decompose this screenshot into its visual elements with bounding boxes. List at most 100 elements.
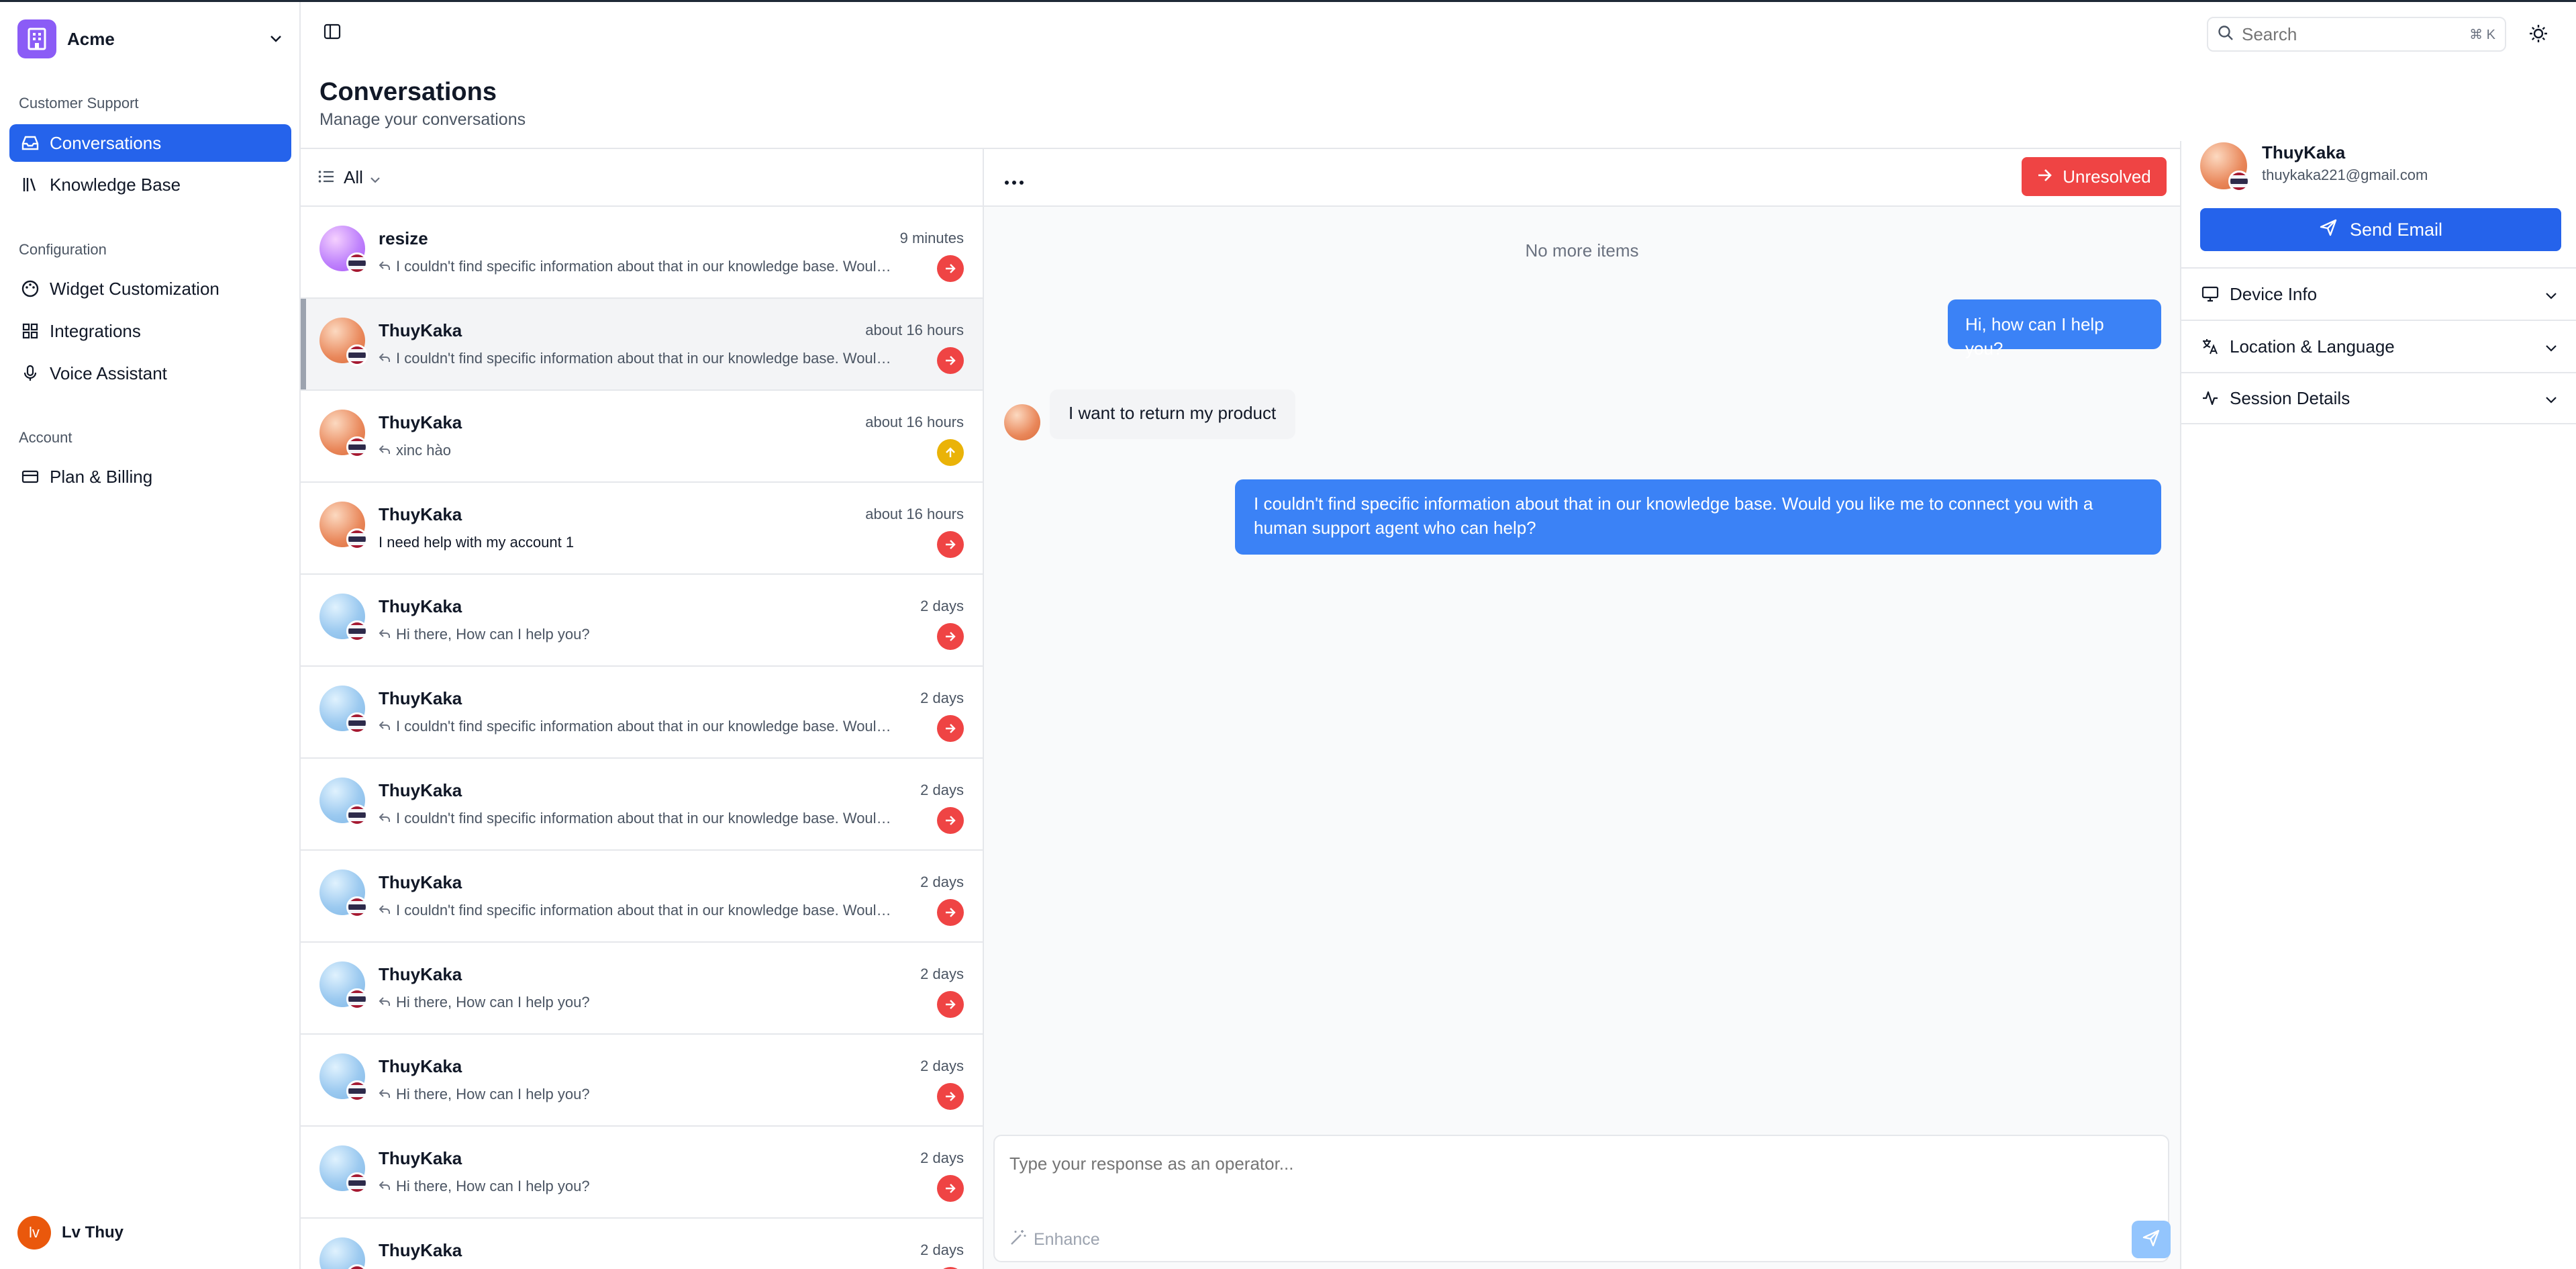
unresolved-button[interactable]: Unresolved (2022, 157, 2167, 196)
status-unresolved-icon (937, 715, 964, 742)
conversation-preview: Hi there, How can I help you? (379, 626, 894, 643)
page-title: Conversations (319, 78, 497, 106)
conversation-time: about 16 hours (865, 414, 964, 430)
conversation-preview: I couldn't find specific information abo… (379, 810, 894, 827)
inbox-icon (20, 133, 40, 153)
accordion-device-info[interactable]: Device Info (2181, 267, 2576, 320)
thailand-flag-icon (346, 436, 368, 458)
conversation-preview-text: I need help with my account 1 (379, 534, 575, 551)
send-icon (2319, 218, 2338, 242)
section-label-configuration: Configuration (19, 241, 107, 258)
conversation-name: ThuyKaka (379, 320, 462, 340)
reply-icon (379, 258, 391, 275)
user-menu[interactable]: lv Lv Thuy (17, 1216, 123, 1250)
reply-icon (379, 718, 391, 735)
org-switcher[interactable]: Acme (17, 19, 286, 58)
accordion-label: Device Info (2230, 283, 2318, 304)
blocks-icon (20, 321, 40, 341)
thailand-flag-icon (2228, 171, 2250, 192)
sidebar-item-voice-assistant[interactable]: Voice Assistant (9, 355, 291, 392)
message-composer: Enhance (993, 1135, 2171, 1262)
conversation-preview: xinc hào (379, 442, 894, 459)
credit-card-icon (20, 467, 40, 487)
chevron-down-icon (2545, 336, 2557, 357)
search-input[interactable] (2242, 23, 2470, 45)
sidebar-item-integrations[interactable]: Integrations (9, 312, 291, 350)
accordion-session-details[interactable]: Session Details (2181, 372, 2576, 424)
search-box[interactable]: ⌘ K (2207, 17, 2506, 52)
filter-label: All (344, 167, 363, 187)
filter-dropdown[interactable]: All (301, 149, 983, 207)
conversation-list: All resize 9 minutes I couldn't find speci… (301, 148, 984, 1269)
arrow-right-icon (2037, 167, 2053, 187)
chevron-down-icon (2545, 388, 2557, 409)
conversation-row[interactable]: ThuyKaka2 daysI couldn't find specific i… (301, 759, 983, 851)
conversation-name: resize (379, 228, 428, 248)
avatar: lv (17, 1216, 51, 1250)
chat-panel: Unresolved No more items Hi, how can I h… (984, 148, 2180, 1269)
conversation-time: 2 days (920, 1149, 964, 1166)
send-email-button[interactable]: Send Email (2200, 208, 2561, 251)
conversation-row[interactable]: ThuyKaka about 16 hours I need help with m… (301, 483, 983, 575)
conversation-name: ThuyKaka (379, 1056, 462, 1076)
conversation-row[interactable]: ThuyKaka about 16 hours I couldn't find sp… (301, 299, 983, 391)
conversation-name: ThuyKaka (379, 964, 462, 984)
status-unresolved-icon (937, 991, 964, 1018)
conversation-row[interactable]: ThuyKaka 2 days Hi there, How can I help y… (301, 575, 983, 667)
conversation-name: ThuyKaka (379, 596, 462, 616)
response-input[interactable] (1009, 1154, 2083, 1174)
reply-icon (379, 902, 391, 919)
conversation-row[interactable]: resize 9 minutes I couldn't find specific … (301, 207, 983, 299)
conversation-name: ThuyKaka (379, 780, 462, 800)
conversation-row[interactable]: ThuyKaka2 daysI couldn't find specific i… (301, 851, 983, 943)
unresolved-label: Unresolved (2063, 166, 2151, 187)
theme-toggle-button[interactable] (2525, 21, 2552, 48)
thailand-flag-icon (346, 896, 368, 918)
sidebar-item-conversations[interactable]: Conversations (9, 124, 291, 162)
conversation-time: 9 minutes (899, 230, 964, 246)
status-unresolved-icon (937, 623, 964, 650)
conversation-preview-text: Hi there, How can I help you? (396, 1086, 590, 1102)
conversation-preview: I couldn't find specific information abo… (379, 258, 894, 275)
wand-icon (1009, 1229, 1027, 1251)
building-icon (17, 19, 56, 58)
search-icon (2218, 25, 2234, 44)
thailand-flag-icon (346, 804, 368, 826)
languages-icon (2200, 336, 2220, 357)
top-border (0, 0, 2576, 2)
conversation-time: 2 days (920, 690, 964, 706)
reply-icon (379, 350, 391, 367)
conversation-preview: I couldn't find specific information abo… (379, 902, 894, 919)
conversation-preview-text: Hi there, How can I help you? (396, 1178, 590, 1194)
conversation-row[interactable]: ThuyKaka 2 days Hi there, How can I help y… (301, 943, 983, 1035)
conversation-time: 2 days (920, 1058, 964, 1074)
conversation-row[interactable]: ThuyKaka 2 days I couldn't find specific i… (301, 667, 983, 759)
more-options-icon[interactable] (1004, 168, 1024, 191)
sidebar-toggle-button[interactable] (322, 23, 342, 43)
accordion-location-language[interactable]: Location & Language (2181, 320, 2576, 372)
sidebar-item-plan-billing[interactable]: Plan & Billing (9, 458, 291, 496)
send-button[interactable] (2132, 1221, 2171, 1258)
conversation-time: about 16 hours (865, 506, 964, 522)
mic-icon (20, 363, 40, 383)
sidebar-item-knowledge-base[interactable]: Knowledge Base (9, 166, 291, 203)
monitor-icon (2200, 284, 2220, 304)
conversation-preview-text: Hi there, How can I help you? (396, 994, 590, 1010)
conversation-row[interactable]: ThuyKaka2 daysI couldn't find specific i… (301, 1219, 983, 1269)
sidebar-item-widget-customization[interactable]: Widget Customization (9, 270, 291, 308)
conversation-preview: Hi there, How can I help you? (379, 994, 894, 1011)
conversation-row[interactable]: ThuyKaka 2 days Hi there, How can I help y… (301, 1035, 983, 1127)
contact-email: thuykaka221@gmail.com (2262, 167, 2428, 183)
conversation-name: ThuyKaka (379, 688, 462, 708)
enhance-button[interactable]: Enhance (1009, 1229, 1100, 1251)
conversation-row[interactable]: ThuyKaka about 16 hours xinc hào (301, 391, 983, 483)
chat-header: Unresolved (984, 149, 2180, 207)
reply-icon (379, 1178, 391, 1195)
conversation-preview: Hi there, How can I help you? (379, 1086, 894, 1103)
conversation-row[interactable]: ThuyKaka 2 days Hi there, How can I help y… (301, 1127, 983, 1219)
conversation-preview-text: I couldn't find specific information abo… (396, 718, 894, 735)
thailand-flag-icon (346, 988, 368, 1010)
conversation-preview-text: I couldn't find specific information abo… (396, 810, 894, 827)
thailand-flag-icon (346, 528, 368, 550)
section-label-account: Account (19, 429, 72, 446)
